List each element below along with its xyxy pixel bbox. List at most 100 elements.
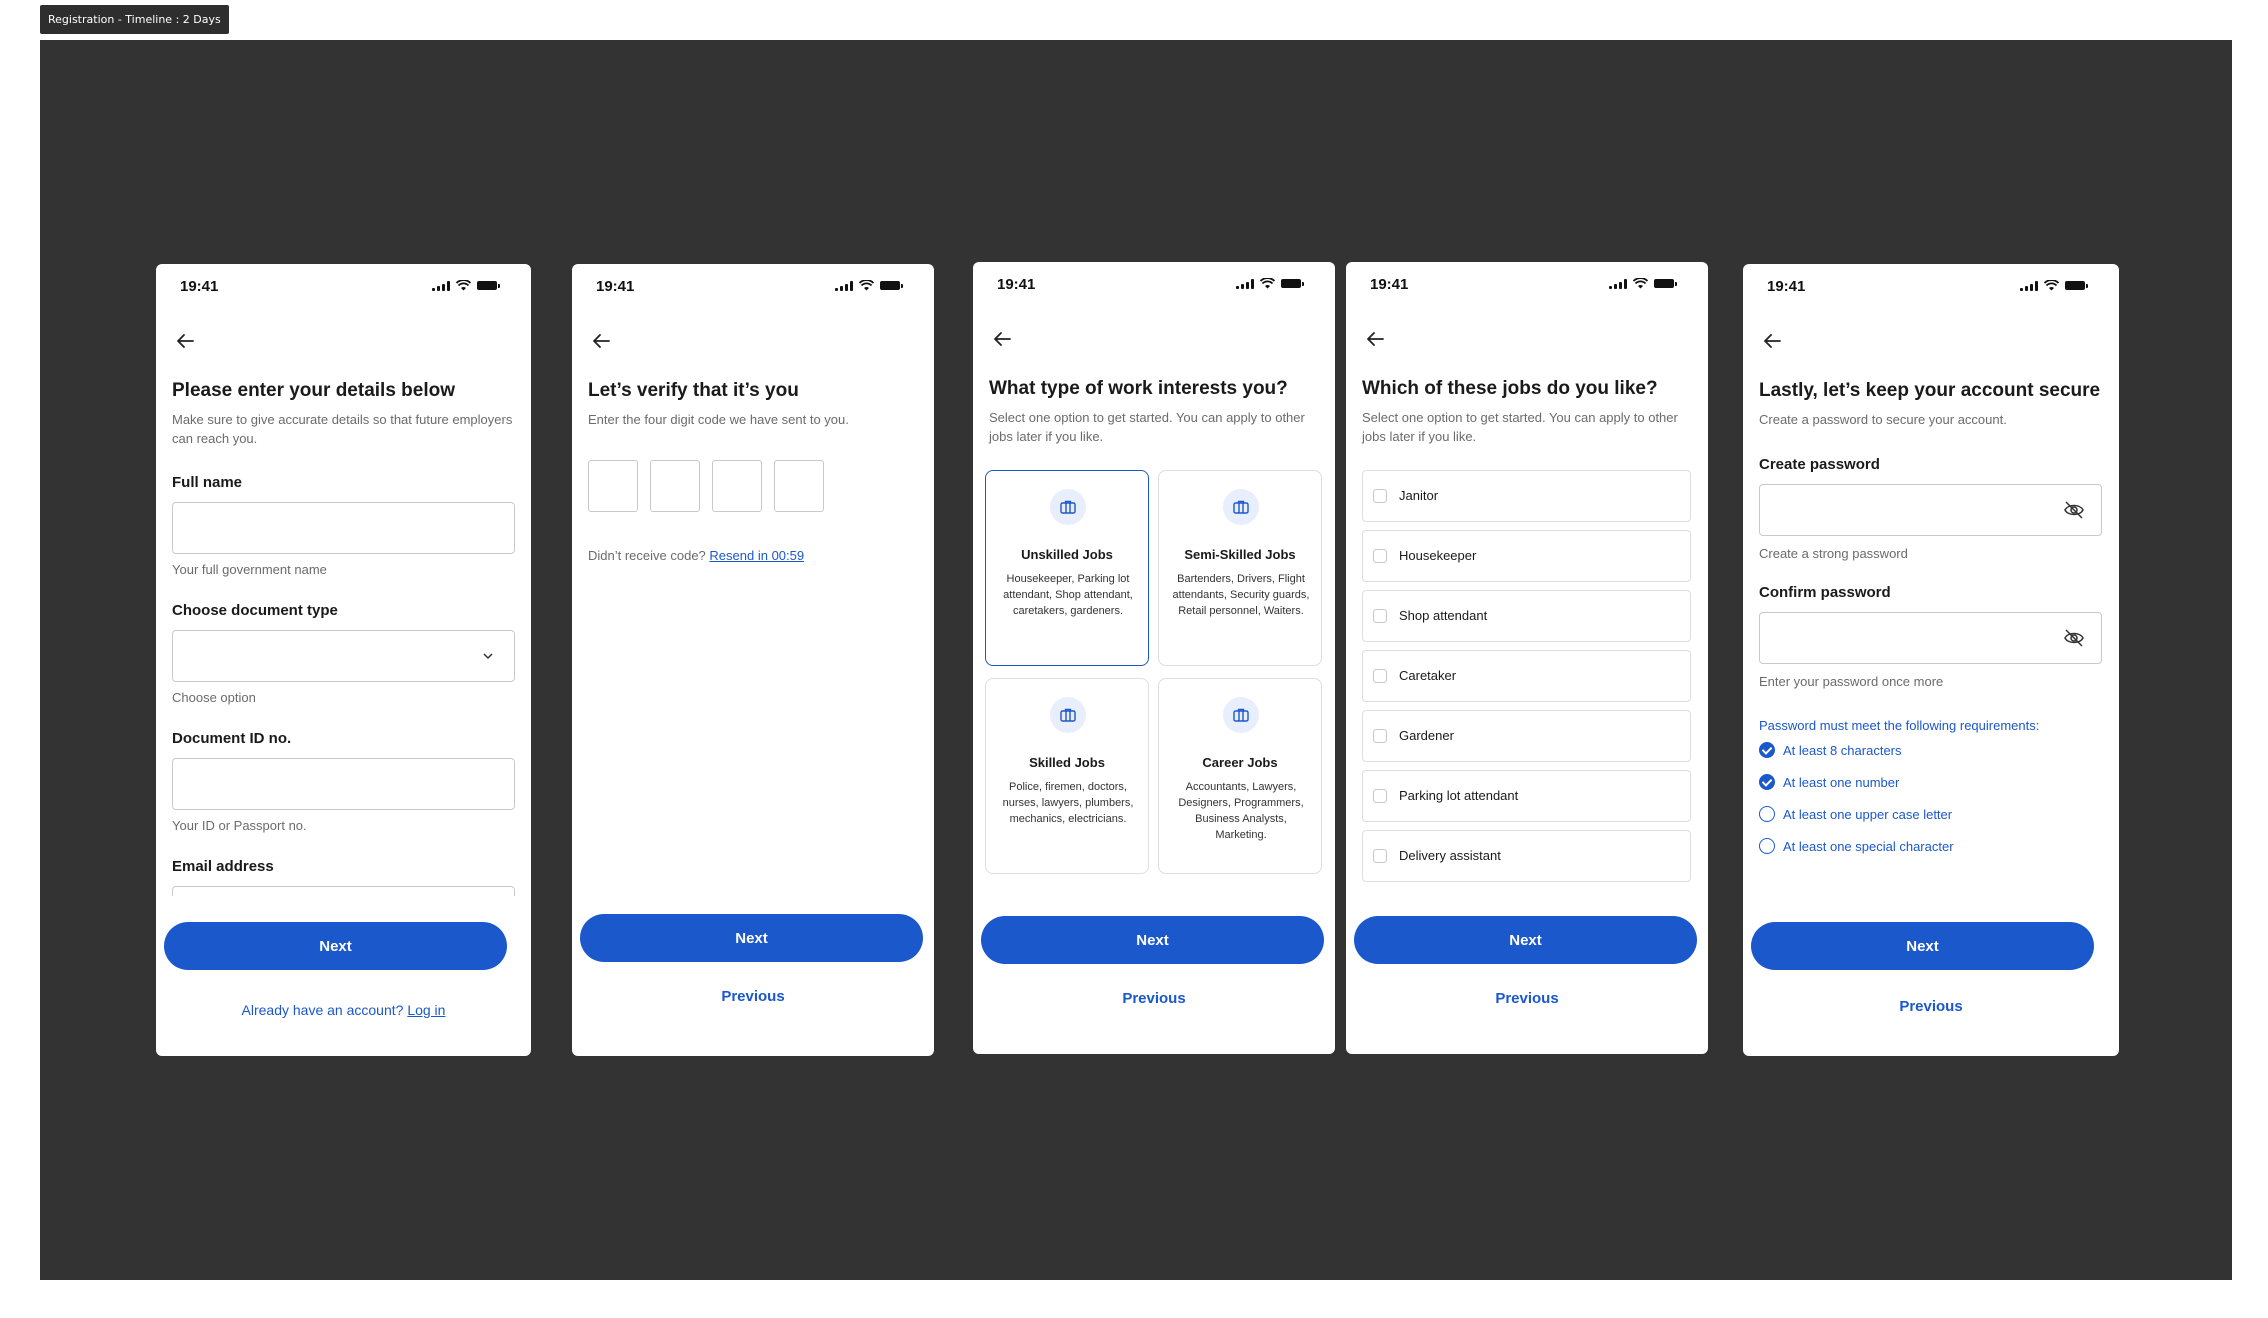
check-circle-icon (1759, 774, 1775, 790)
design-canvas: 19:41 Please enter your details below Ma… (40, 40, 2232, 1280)
job-option-parking-lot-attendant[interactable]: Parking lot attendant (1362, 770, 1691, 822)
document-id-input[interactable] (172, 758, 515, 810)
battery-icon (880, 281, 903, 290)
page-title: Which of these jobs do you like? (1362, 378, 1658, 399)
wifi-icon (1260, 278, 1275, 289)
checkbox[interactable] (1373, 549, 1387, 563)
screen-jobs: 19:41 Which of these jobs do you like? S… (1346, 262, 1708, 1054)
status-bar: 19:41 (156, 264, 531, 308)
briefcase-icon (1050, 697, 1086, 733)
page-subtitle: Enter the four digit code we have sent t… (588, 412, 849, 427)
card-skilled-jobs[interactable]: Skilled Jobs Police, firemen, doctors, n… (985, 678, 1149, 874)
job-label: Parking lot attendant (1399, 788, 1519, 803)
checkbox[interactable] (1373, 849, 1387, 863)
job-label: Gardener (1399, 728, 1454, 743)
code-digit-3[interactable] (712, 460, 762, 512)
eye-off-icon[interactable] (2063, 500, 2085, 520)
card-description: Bartenders, Drivers, Flight attendants, … (1172, 573, 1310, 617)
eye-off-icon[interactable] (2063, 628, 2085, 648)
status-bar: 19:41 (1346, 262, 1708, 306)
signal-icon (432, 280, 450, 291)
next-button[interactable]: Next (1751, 922, 2094, 970)
previous-link[interactable]: Previous (572, 988, 934, 1005)
next-button[interactable]: Next (1354, 916, 1697, 964)
code-digit-4[interactable] (774, 460, 824, 512)
page-title: Let’s verify that it’s you (588, 380, 799, 401)
card-title: Career Jobs (1202, 755, 1278, 770)
chevron-down-icon (483, 653, 493, 660)
previous-link[interactable]: Previous (973, 990, 1335, 1007)
confirm-password-input[interactable] (1759, 612, 2102, 664)
full-name-input[interactable] (172, 502, 515, 554)
status-time: 19:41 (1370, 276, 1409, 293)
job-option-shop-attendant[interactable]: Shop attendant (1362, 590, 1691, 642)
signal-icon (835, 280, 853, 291)
email-field-clip (172, 886, 515, 896)
previous-link[interactable]: Previous (1743, 998, 2119, 1015)
resend-link[interactable]: Resend in 00:59 (709, 548, 804, 563)
requirement-text: At least one special character (1783, 838, 1954, 854)
signal-icon (2020, 280, 2038, 291)
checkbox[interactable] (1373, 489, 1387, 503)
document-id-label: Document ID no. (172, 730, 292, 747)
email-input[interactable] (172, 886, 515, 896)
checkbox[interactable] (1373, 729, 1387, 743)
job-label: Delivery assistant (1399, 848, 1501, 863)
back-arrow-icon[interactable] (590, 330, 612, 352)
checkbox[interactable] (1373, 789, 1387, 803)
checkbox[interactable] (1373, 609, 1387, 623)
battery-icon (1281, 279, 1304, 288)
status-time: 19:41 (180, 278, 219, 295)
requirement-text: At least one number (1783, 774, 1900, 790)
status-bar: 19:41 (973, 262, 1335, 306)
requirement-item: At least one upper case letter (1759, 806, 1952, 822)
back-arrow-icon[interactable] (174, 330, 196, 352)
briefcase-icon (1223, 697, 1259, 733)
next-button[interactable]: Next (580, 914, 923, 962)
document-type-select[interactable] (172, 630, 515, 682)
checkbox[interactable] (1373, 669, 1387, 683)
empty-circle-icon (1759, 806, 1775, 822)
next-button[interactable]: Next (981, 916, 1324, 964)
requirement-item: At least 8 characters (1759, 742, 1902, 758)
card-title: Skilled Jobs (1029, 755, 1105, 770)
job-option-janitor[interactable]: Janitor (1362, 470, 1691, 522)
job-option-delivery-assistant[interactable]: Delivery assistant (1362, 830, 1691, 882)
requirement-item: At least one special character (1759, 838, 1954, 854)
document-id-hint: Your ID or Passport no. (172, 818, 307, 833)
frame-label: Registration - Timeline : 2 Days (40, 5, 229, 34)
back-arrow-icon[interactable] (991, 328, 1013, 350)
job-option-gardener[interactable]: Gardener (1362, 710, 1691, 762)
status-time: 19:41 (596, 278, 635, 295)
back-arrow-icon[interactable] (1364, 328, 1386, 350)
card-unskilled-jobs[interactable]: Unskilled Jobs Housekeeper, Parking lot … (985, 470, 1149, 666)
screen-verify: 19:41 Let’s verify that it’s you Enter t… (572, 264, 934, 1056)
back-arrow-icon[interactable] (1761, 330, 1783, 352)
job-option-housekeeper[interactable]: Housekeeper (1362, 530, 1691, 582)
job-label: Housekeeper (1399, 548, 1477, 563)
full-name-hint: Your full government name (172, 562, 327, 577)
wifi-icon (1633, 278, 1648, 289)
wifi-icon (456, 280, 471, 291)
login-link[interactable]: Log in (407, 1002, 445, 1018)
create-password-input[interactable] (1759, 484, 2102, 536)
card-semi-skilled-jobs[interactable]: Semi-Skilled Jobs Bartenders, Drivers, F… (1158, 470, 1322, 666)
requirement-text: At least 8 characters (1783, 742, 1902, 758)
wifi-icon (2044, 280, 2059, 291)
briefcase-icon (1050, 489, 1086, 525)
screen-work-type: 19:41 What type of work interests you? S… (973, 262, 1335, 1054)
page-subtitle: Create a password to secure your account… (1759, 412, 2007, 427)
code-digit-2[interactable] (650, 460, 700, 512)
job-option-caretaker[interactable]: Caretaker (1362, 650, 1691, 702)
previous-link[interactable]: Previous (1346, 990, 1708, 1007)
job-label: Janitor (1399, 488, 1439, 503)
next-button[interactable]: Next (164, 922, 507, 970)
signal-icon (1609, 278, 1627, 289)
battery-icon (1654, 279, 1677, 288)
check-circle-icon (1759, 742, 1775, 758)
job-label: Shop attendant (1399, 608, 1488, 623)
email-label: Email address (172, 858, 274, 875)
card-career-jobs[interactable]: Career Jobs Accountants, Lawyers, Design… (1158, 678, 1322, 874)
login-prompt-text: Already have an account? (241, 1002, 404, 1018)
code-digit-1[interactable] (588, 460, 638, 512)
